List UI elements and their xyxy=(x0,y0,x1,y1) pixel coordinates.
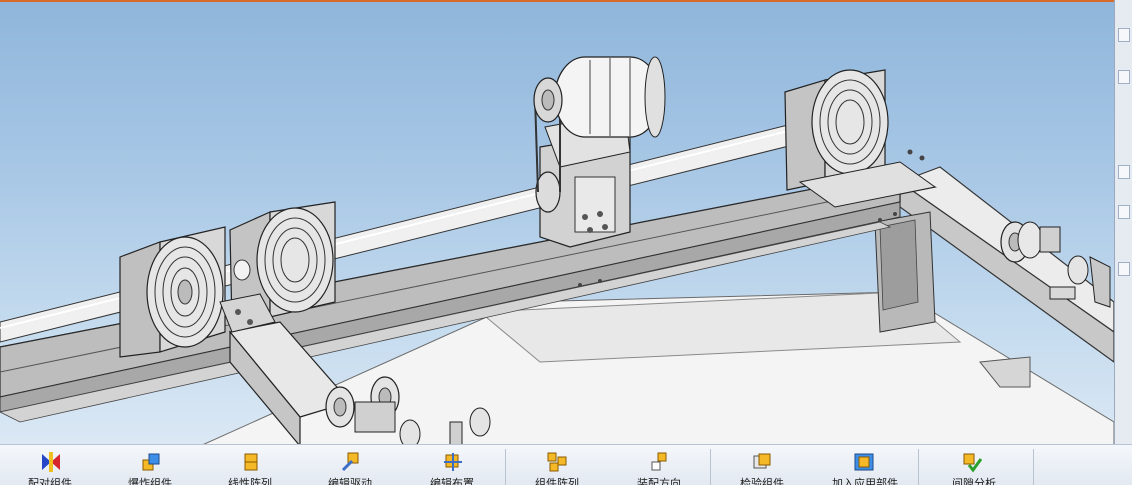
add-part-button[interactable]: 加入应用部件 xyxy=(813,445,917,485)
panel-button[interactable] xyxy=(1118,28,1130,42)
tool-label: 检验组件 xyxy=(740,477,784,485)
check-components-button[interactable]: 检验组件 xyxy=(711,445,813,485)
motor-assembly xyxy=(533,56,666,248)
tool-label: 编辑驱动 xyxy=(328,477,372,485)
3d-model-viewport[interactable] xyxy=(0,0,1114,444)
linear-pattern-button[interactable]: 线性阵列 xyxy=(200,445,300,485)
tool-label: 间隙分析 xyxy=(952,477,996,485)
clearance-analysis-icon xyxy=(963,453,983,473)
edit-drive-button[interactable]: 编辑驱动 xyxy=(300,445,400,485)
cad-model-drawing xyxy=(0,56,1114,444)
tool-label: 组件阵列 xyxy=(535,477,579,485)
exploded-view-icon xyxy=(142,453,160,471)
clearance-analysis-button[interactable]: 间隙分析 xyxy=(919,445,1029,485)
panel-button[interactable] xyxy=(1118,165,1130,179)
component-array-icon xyxy=(547,452,567,472)
exploded-view-button[interactable]: 爆炸组件 xyxy=(100,445,200,485)
panel-button[interactable] xyxy=(1118,205,1130,219)
toolbar-separator xyxy=(1033,449,1034,485)
check-components-icon xyxy=(753,453,771,469)
add-part-icon xyxy=(854,453,874,471)
edit-arrangement-icon xyxy=(444,453,462,471)
edit-arrangement-button[interactable]: 编辑布置 xyxy=(400,445,504,485)
mate-components-icon xyxy=(42,452,60,472)
assembly-direction-button[interactable]: 装配方向 xyxy=(608,445,710,485)
right-side-panel xyxy=(1114,0,1132,444)
tool-label: 装配方向 xyxy=(637,477,681,485)
tool-label: 配对组件 xyxy=(28,477,72,485)
tool-label: 加入应用部件 xyxy=(832,477,898,485)
panel-button[interactable] xyxy=(1118,70,1130,84)
pulley-assembly-right xyxy=(784,69,937,208)
edit-drive-icon xyxy=(341,452,359,472)
assembly-toolbar: 配对组件 爆炸组件 线性阵列 编辑驱动 编辑布置 组件阵列 装配方向 检验组件 … xyxy=(0,444,1132,485)
linear-pattern-icon xyxy=(244,453,258,471)
assembly-direction-icon xyxy=(651,452,667,471)
component-array-button[interactable]: 组件阵列 xyxy=(506,445,608,485)
panel-button[interactable] xyxy=(1118,262,1130,276)
tool-label: 爆炸组件 xyxy=(128,477,172,485)
mate-components-button[interactable]: 配对组件 xyxy=(0,445,100,485)
tool-label: 编辑布置 xyxy=(430,477,474,485)
tool-label: 线性阵列 xyxy=(228,477,272,485)
